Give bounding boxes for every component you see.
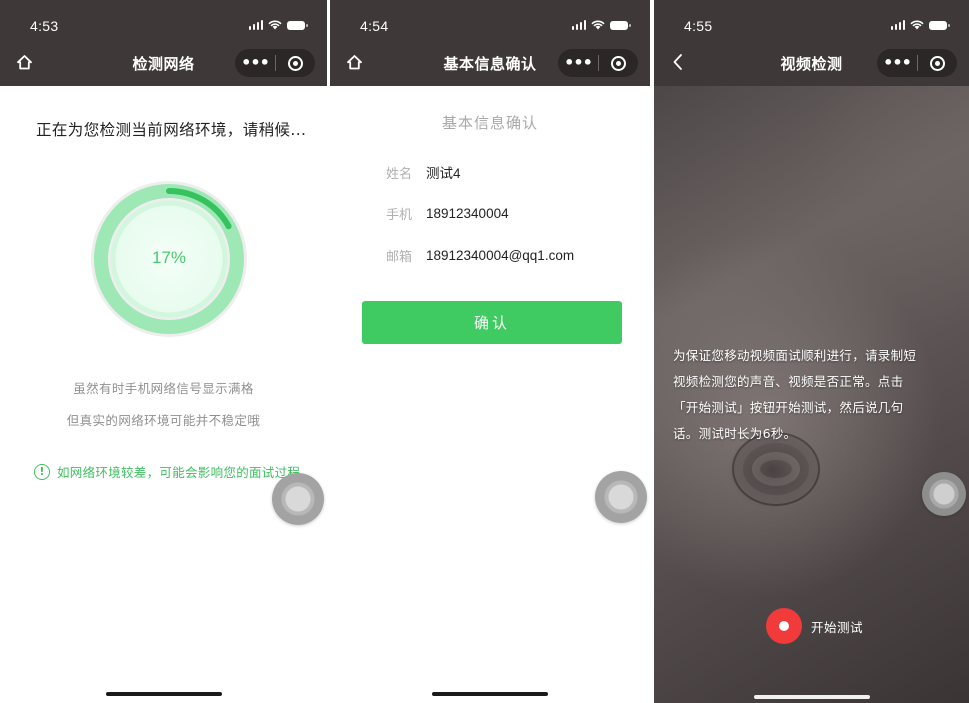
section-title: 基本信息确认: [441, 114, 538, 132]
battery-icon: [287, 20, 308, 30]
status-icons: [571, 20, 631, 30]
close-button[interactable]: [599, 55, 638, 71]
instruction-line: 视频检测您的声音、视频是否正常。点击: [673, 374, 904, 389]
confirm-button[interactable]: 确认: [362, 301, 622, 344]
floating-assistive-button[interactable]: [272, 473, 324, 525]
start-test-button[interactable]: 开始测试: [766, 608, 863, 644]
more-button[interactable]: •••: [235, 50, 275, 76]
top-bar: 4:53 检测网络 •••: [0, 0, 327, 86]
email-field: 邮箱 18912340004@qq1.com: [386, 246, 574, 265]
field-value: 18912340004: [426, 206, 509, 221]
field-value: 18912340004@qq1.com: [426, 248, 575, 263]
more-button[interactable]: •••: [877, 50, 917, 76]
info-confirm-screen: 4:54 基本信息确认 ••• 基本信息确认 姓名 测试4 手机 1891234…: [330, 0, 650, 703]
top-bar: 4:54 基本信息确认 •••: [330, 0, 650, 86]
status-time: 4:53: [30, 18, 59, 34]
top-bar: 4:55 视频检测 •••: [654, 0, 969, 86]
status-time: 4:54: [360, 18, 389, 34]
target-icon: [611, 55, 626, 71]
tip-line-2: 但真实的网络环境可能并不稳定哦: [66, 413, 261, 428]
network-check-screen: 4:53 检测网络 ••• 正在为您检测当前网络环境，请稍候... 17% 虽然…: [0, 0, 327, 703]
network-warning: ! 如网络环境较差，可能会影响您的面试过程: [34, 462, 300, 481]
home-indicator: [432, 692, 548, 696]
instruction-line: 「开始测试」按钮开始测试，然后说几句: [673, 400, 904, 415]
tip-line-1: 虽然有时手机网络信号显示满格: [73, 381, 254, 396]
progress-ring: 17%: [88, 178, 250, 340]
video-check-screen: 4:55 视频检测 ••• 为保证您移动视频面试顺利进行，请录制短 视频检测您的…: [654, 0, 969, 703]
home-indicator: [753, 695, 870, 699]
mini-program-capsule: •••: [877, 49, 957, 77]
video-instructions: 为保证您移动视频面试顺利进行，请录制短 视频检测您的声音、视频是否正常。点击 「…: [673, 343, 953, 447]
battery-icon: [610, 20, 631, 30]
field-label: 手机: [386, 208, 413, 223]
floating-assistive-button[interactable]: [595, 471, 647, 523]
instruction-line: 为保证您移动视频面试顺利进行，请录制短: [673, 348, 917, 363]
target-icon: [288, 55, 303, 71]
warning-text: 如网络环境较差，可能会影响您的面试过程: [57, 465, 301, 480]
warning-icon: !: [34, 463, 50, 480]
wifi-icon: [910, 20, 924, 30]
more-button[interactable]: •••: [558, 50, 598, 76]
mini-program-capsule: •••: [558, 49, 638, 77]
wifi-icon: [591, 20, 605, 30]
battery-icon: [929, 20, 950, 30]
status-icons: [248, 20, 308, 30]
start-test-label: 开始测试: [811, 619, 864, 635]
close-button[interactable]: [918, 55, 957, 71]
checking-heading: 正在为您检测当前网络环境，请稍候...: [36, 121, 307, 139]
field-value: 测试4: [426, 166, 461, 181]
field-label: 姓名: [386, 166, 413, 182]
signal-icon: [571, 20, 586, 30]
status-icons: [890, 20, 950, 30]
instruction-line: 话。测试时长为6秒。: [673, 426, 797, 441]
wifi-icon: [268, 20, 282, 30]
record-icon: [766, 608, 802, 644]
home-indicator: [105, 692, 222, 696]
signal-icon: [248, 20, 263, 30]
phone-field: 手机 18912340004: [386, 204, 509, 223]
close-button[interactable]: [276, 55, 315, 71]
field-label: 邮箱: [386, 250, 413, 265]
name-field: 姓名 测试4: [386, 162, 461, 182]
floating-assistive-button[interactable]: [922, 472, 966, 516]
status-time: 4:55: [684, 18, 713, 34]
signal-icon: [890, 20, 905, 30]
progress-percent: 17%: [151, 248, 187, 267]
mini-program-capsule: •••: [235, 49, 315, 77]
target-icon: [930, 55, 945, 71]
